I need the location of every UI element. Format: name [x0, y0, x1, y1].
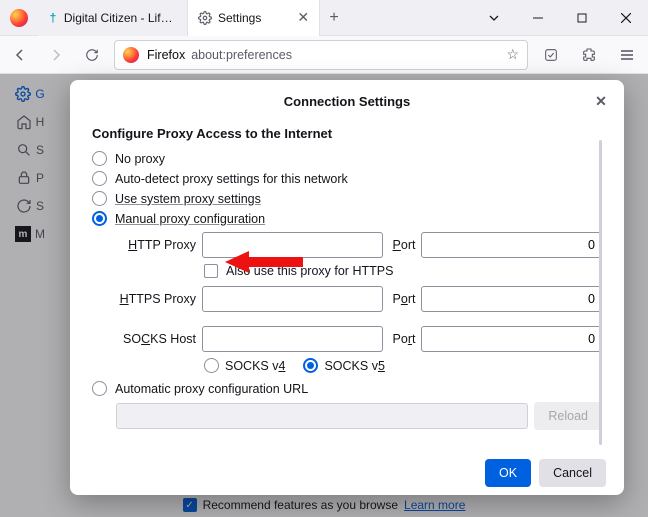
radio-no-proxy[interactable]: No proxy — [92, 151, 602, 166]
http-port-input[interactable] — [421, 232, 602, 258]
dialog-header: Connection Settings ✕ — [70, 80, 624, 122]
socks-label: SOCKS Host — [116, 332, 196, 346]
radio-manual[interactable]: Manual proxy configuration — [92, 211, 602, 226]
extensions-icon[interactable] — [574, 40, 604, 70]
tab-settings[interactable]: Settings ✕ — [188, 0, 320, 36]
cancel-button[interactable]: Cancel — [539, 459, 606, 487]
firefox-logo — [10, 9, 28, 27]
titlebar: † Digital Citizen - Life in a digital Se… — [0, 0, 648, 36]
radio-label: No proxy — [115, 152, 165, 166]
forward-button[interactable] — [42, 41, 70, 69]
more-button[interactable] — [472, 0, 516, 36]
radio-icon — [92, 171, 107, 186]
tab-title: Settings — [218, 11, 261, 25]
socks-host-input[interactable] — [202, 326, 383, 352]
socks-port-input[interactable] — [421, 326, 602, 352]
account-icon[interactable] — [536, 40, 566, 70]
http-proxy-row: HTTP Proxy Port — [116, 232, 602, 258]
gear-icon — [198, 11, 212, 25]
port-label: Port — [393, 332, 416, 346]
radio-icon — [92, 191, 107, 206]
ok-button[interactable]: OK — [485, 459, 531, 487]
radio-label: Use system proxy settings — [115, 192, 261, 206]
window-controls — [472, 0, 648, 36]
http-proxy-input[interactable] — [202, 232, 383, 258]
https-proxy-input[interactable] — [202, 286, 383, 312]
url-bar[interactable]: Firefox about:preferences ☆ — [114, 40, 528, 70]
reload-button[interactable] — [78, 41, 106, 69]
radio-selected-icon — [303, 358, 318, 373]
connection-settings-dialog: Connection Settings ✕ Configure Proxy Ac… — [70, 80, 624, 495]
socks5-label: SOCKS v5 — [324, 359, 384, 373]
radio-socks-v5[interactable]: SOCKS v5 — [303, 358, 384, 373]
close-window-button[interactable] — [604, 0, 648, 36]
tab-strip: † Digital Citizen - Life in a digital Se… — [38, 0, 348, 36]
minimize-button[interactable] — [516, 0, 560, 36]
dialog-footer: OK Cancel — [70, 451, 624, 495]
auto-url-input — [116, 403, 528, 429]
dialog-heading: Configure Proxy Access to the Internet — [92, 126, 602, 141]
radio-label: Manual proxy configuration — [115, 212, 265, 226]
radio-label: Automatic proxy configuration URL — [115, 382, 308, 396]
radio-icon — [204, 358, 219, 373]
dialog-body: Configure Proxy Access to the Internet N… — [70, 122, 624, 451]
bookmark-star-icon[interactable]: ☆ — [506, 46, 519, 63]
https-port-input[interactable] — [421, 286, 602, 312]
port-label: Port — [393, 238, 416, 252]
tab-title: Digital Citizen - Life in a digital — [64, 11, 177, 25]
radio-socks-v4[interactable]: SOCKS v4 — [204, 358, 285, 373]
page: G H S P S mM ✓ Recommend features as you… — [0, 74, 648, 517]
radio-use-system[interactable]: Use system proxy settings — [92, 191, 602, 206]
http-label: HTTP Proxy — [116, 238, 196, 252]
https-proxy-row: HTTPS Proxy Port — [116, 286, 602, 312]
also-https-row[interactable]: Also use this proxy for HTTPS — [204, 264, 602, 278]
favicon-cross-icon: † — [48, 11, 58, 25]
radio-selected-icon — [92, 211, 107, 226]
app-menu-icon[interactable] — [612, 40, 642, 70]
reload-button: Reload — [534, 402, 602, 430]
checkbox-icon — [204, 264, 218, 278]
dialog-close-button[interactable]: ✕ — [590, 90, 612, 112]
url-path: about:preferences — [191, 48, 292, 62]
new-tab-button[interactable]: + — [320, 0, 348, 36]
radio-label: Auto-detect proxy settings for this netw… — [115, 172, 348, 186]
checkbox-label: Also use this proxy for HTTPS — [226, 264, 393, 278]
socks-host-row: SOCKS Host Port — [116, 326, 602, 352]
dialog-title: Connection Settings — [284, 94, 410, 109]
nav-toolbar: Firefox about:preferences ☆ — [0, 36, 648, 74]
maximize-button[interactable] — [560, 0, 604, 36]
https-label: HTTPS Proxy — [116, 292, 196, 306]
auto-url-row: Reload — [116, 402, 602, 430]
socks-version-row: SOCKS v4 SOCKS v5 — [204, 358, 602, 373]
firefox-icon — [123, 47, 139, 63]
dialog-scrollbar[interactable] — [599, 140, 602, 445]
close-tab-icon[interactable]: ✕ — [297, 9, 309, 26]
radio-icon — [92, 381, 107, 396]
socks4-label: SOCKS v4 — [225, 359, 285, 373]
radio-auto-url[interactable]: Automatic proxy configuration URL — [92, 381, 602, 396]
port-label: Port — [393, 292, 416, 306]
radio-auto-detect[interactable]: Auto-detect proxy settings for this netw… — [92, 171, 602, 186]
tab-digital-citizen[interactable]: † Digital Citizen - Life in a digital — [38, 0, 188, 36]
back-button[interactable] — [6, 41, 34, 69]
radio-icon — [92, 151, 107, 166]
url-scheme: Firefox — [147, 48, 185, 62]
